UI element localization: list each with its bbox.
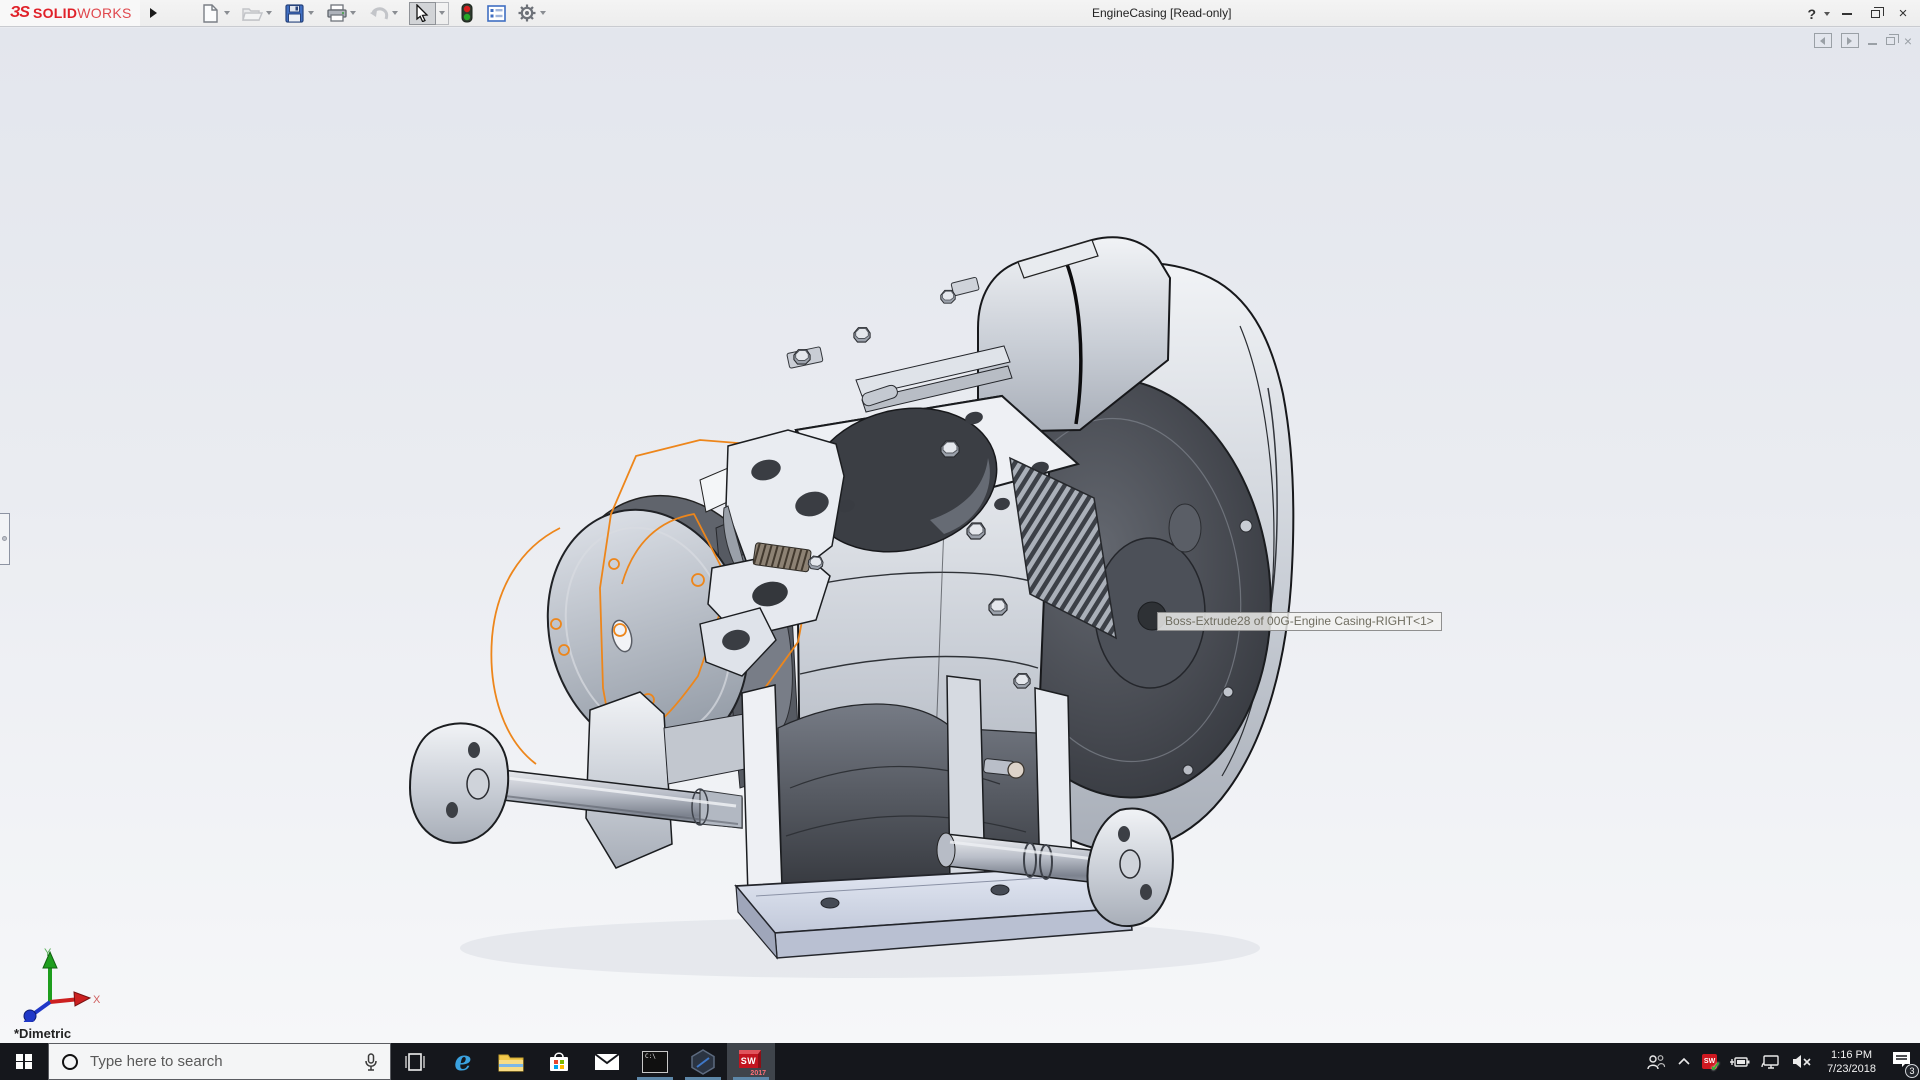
- store-button[interactable]: [535, 1043, 583, 1080]
- people-icon[interactable]: [1646, 1054, 1666, 1070]
- solidworks-tray-icon[interactable]: SW✓: [1702, 1054, 1717, 1069]
- undo-dropdown[interactable]: [392, 11, 398, 15]
- open-button[interactable]: [241, 1, 265, 25]
- rebuild-button[interactable]: [455, 1, 479, 25]
- traffic-light-icon: [461, 3, 473, 23]
- brand-solid: SOLID: [33, 5, 77, 21]
- close-icon: ×: [1899, 6, 1908, 21]
- edge-button[interactable]: e: [439, 1043, 487, 1080]
- file-explorer-button[interactable]: [487, 1043, 535, 1080]
- open-folder-icon: [242, 5, 263, 22]
- display-settings-button[interactable]: [485, 1, 509, 25]
- undo-icon: [369, 5, 389, 21]
- tab-dot-icon: [2, 536, 7, 541]
- help-button[interactable]: ?: [1805, 6, 1818, 22]
- doc-next-button[interactable]: [1841, 33, 1859, 48]
- prev-arrow-icon: [1820, 37, 1825, 45]
- doc-close-button[interactable]: ×: [1904, 34, 1912, 48]
- print-icon: [327, 4, 347, 22]
- windows-logo-icon: [16, 1054, 32, 1070]
- new-document-dropdown[interactable]: [224, 11, 230, 15]
- doc-restore-button[interactable]: [1886, 37, 1895, 45]
- print-button[interactable]: [325, 1, 349, 25]
- search-input[interactable]: [90, 1053, 364, 1070]
- mail-button[interactable]: [583, 1043, 631, 1080]
- save-floppy-icon: [285, 4, 304, 23]
- start-button[interactable]: [0, 1043, 48, 1080]
- command-prompt-icon: C:\: [642, 1051, 668, 1073]
- minimize-button[interactable]: [1836, 5, 1858, 23]
- graphics-area[interactable]: × Boss-Extrude28 of 00G-Engine Casing-RI…: [0, 28, 1920, 1044]
- undo-button[interactable]: [367, 1, 391, 25]
- open-dropdown[interactable]: [266, 11, 272, 15]
- help-dropdown[interactable]: [1824, 12, 1830, 16]
- next-arrow-icon: [1847, 37, 1852, 45]
- engine-casing-model[interactable]: [0, 28, 1920, 1044]
- taskbar-search[interactable]: [48, 1043, 391, 1080]
- edge-icon: e: [454, 1048, 471, 1075]
- microphone-icon[interactable]: [364, 1053, 378, 1071]
- minimize-icon: [1842, 13, 1852, 15]
- view-orientation-label: *Dimetric: [14, 1026, 71, 1041]
- gear-icon: [517, 3, 537, 23]
- action-center-button[interactable]: 3: [1891, 1050, 1912, 1073]
- new-document-button[interactable]: [199, 1, 223, 25]
- doc-minimize-button[interactable]: [1868, 43, 1877, 45]
- restore-icon: [1871, 10, 1880, 18]
- display-pane-icon: [487, 5, 506, 22]
- new-document-icon: [202, 4, 219, 23]
- brand-works: WORKS: [77, 5, 131, 21]
- clock-date: 7/23/2018: [1827, 1062, 1876, 1076]
- taskbar: e C:\ SW 2017: [0, 1043, 1920, 1080]
- hexagon-app-icon: [690, 1049, 716, 1075]
- cortana-icon: [62, 1054, 78, 1070]
- file-explorer-icon: [498, 1052, 524, 1072]
- tray-overflow-chevron-icon[interactable]: [1677, 1057, 1691, 1066]
- print-dropdown[interactable]: [350, 11, 356, 15]
- check-icon: ✓: [1710, 1060, 1721, 1073]
- mail-icon: [594, 1053, 620, 1071]
- select-tool-dropdown[interactable]: [436, 2, 449, 25]
- store-icon: [548, 1051, 570, 1073]
- power-battery-icon[interactable]: [1728, 1055, 1750, 1069]
- save-button[interactable]: [283, 1, 307, 25]
- options-button[interactable]: [515, 1, 539, 25]
- command-prompt-button[interactable]: C:\: [631, 1043, 679, 1080]
- select-tool-button[interactable]: [409, 2, 436, 25]
- document-window-controls: ×: [1814, 33, 1912, 48]
- doc-prev-button[interactable]: [1814, 33, 1832, 48]
- close-button[interactable]: ×: [1892, 5, 1914, 23]
- triad-x-label: X: [93, 994, 100, 1006]
- titlebar: ЗS SOLIDWORKS: [0, 0, 1920, 27]
- task-view-button[interactable]: [391, 1043, 439, 1080]
- clock-time: 1:16 PM: [1827, 1048, 1876, 1062]
- save-dropdown[interactable]: [308, 11, 314, 15]
- window-title: EngineCasing [Read-only]: [1092, 6, 1231, 20]
- hexagon-app-button[interactable]: [679, 1043, 727, 1080]
- network-icon[interactable]: [1761, 1054, 1781, 1070]
- volume-muted-icon[interactable]: [1792, 1054, 1812, 1069]
- feature-tooltip: Boss-Extrude28 of 00G-Engine Casing-RIGH…: [1157, 612, 1442, 631]
- solidworks-app-button[interactable]: SW 2017: [727, 1043, 775, 1080]
- restore-button[interactable]: [1864, 5, 1886, 23]
- solidworks-logo: ЗS SOLIDWORKS: [0, 0, 140, 26]
- cursor-arrow-icon: [415, 4, 430, 22]
- system-tray: SW✓ 1:16 PM 7/23/2018 3: [1646, 1043, 1920, 1080]
- solidworks-2017-icon: SW 2017: [738, 1048, 764, 1076]
- dassault-logo-icon: ЗS: [10, 4, 29, 22]
- notification-badge: 3: [1905, 1064, 1919, 1078]
- options-dropdown[interactable]: [540, 11, 546, 15]
- reference-triad: Y X: [14, 944, 100, 1022]
- menu-expand-icon[interactable]: [150, 8, 157, 18]
- task-view-icon: [403, 1052, 427, 1072]
- taskbar-clock[interactable]: 1:16 PM 7/23/2018: [1823, 1048, 1880, 1076]
- feature-manager-collapsed-tab[interactable]: [0, 513, 10, 565]
